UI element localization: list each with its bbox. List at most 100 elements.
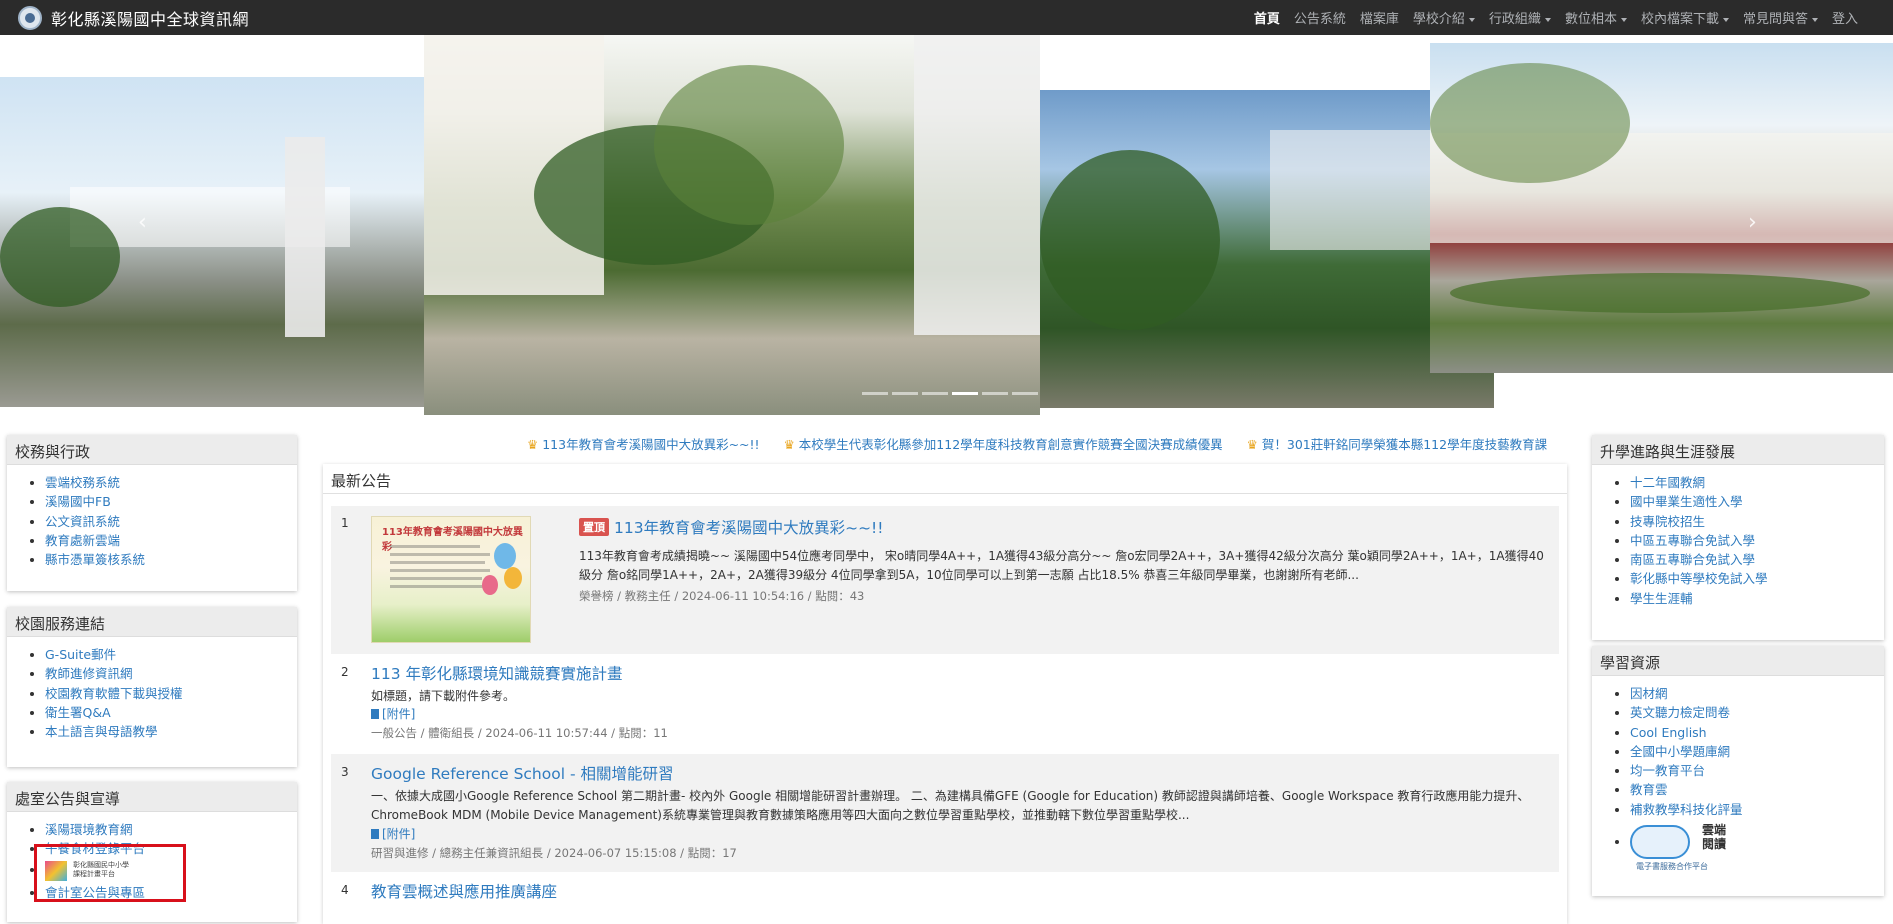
panel-title: 校園服務連結: [7, 607, 297, 637]
nav-item[interactable]: 校內檔案下載: [1634, 8, 1736, 27]
announcement-number: 1: [341, 516, 349, 530]
panel-link[interactable]: 教育雲: [1630, 782, 1668, 797]
photo-carousel[interactable]: ‹ ›: [0, 35, 1893, 415]
list-item: 全國中小學題庫網: [1630, 742, 1884, 761]
carousel-photo-walkway: [1040, 90, 1494, 408]
panel-link[interactable]: 國中畢業生適性入學: [1630, 494, 1743, 509]
nav-item-label[interactable]: 登入: [1832, 12, 1858, 27]
nav-item[interactable]: 數位相本: [1558, 8, 1634, 27]
nav-item[interactable]: 檔案庫: [1353, 8, 1406, 27]
list-item: 溪陽國中FB: [45, 492, 297, 511]
announcement-title-text[interactable]: 113年教育會考溪陽國中大放異彩~~!!: [614, 519, 884, 537]
nav-item[interactable]: 首頁: [1247, 8, 1287, 27]
list-item: 雲端閱讀電子書服務合作平台: [1630, 819, 1884, 871]
panel-campus-services: 校園服務連結 G-Suite郵件教師進修資訊網校園教育軟體下載與授權衛生署Q&A…: [7, 607, 297, 767]
carousel-next-icon[interactable]: ›: [1748, 210, 1757, 235]
list-item: 南區五專聯合免試入學: [1630, 550, 1884, 569]
list-item: 補救教學科技化評量: [1630, 800, 1884, 819]
site-title[interactable]: 彰化縣溪陽國中全球資訊網: [51, 6, 249, 30]
marquee-item[interactable]: ♛ 賀！301莊軒銘同學榮獲本縣112學年度技藝教育課: [1247, 434, 1547, 453]
panel-link[interactable]: 均一教育平台: [1630, 763, 1705, 778]
cloud-logo-subtitle: 電子書服務合作平台: [1636, 862, 1708, 872]
marquee-item[interactable]: ♛ 113年教育會考溪陽國中大放異彩~~!!: [527, 434, 760, 453]
panel-link[interactable]: Cool English: [1630, 725, 1707, 740]
announcement-title[interactable]: Google Reference School - 相關增能研習: [371, 762, 673, 784]
list-item: 雲端校務系統: [45, 473, 297, 492]
panel-title: 學習資源: [1592, 646, 1884, 676]
nav-item[interactable]: 行政組織: [1482, 8, 1558, 27]
announcement-meta: 研習與進修 / 總務主任兼資訊組長 / 2024-06-07 15:15:08 …: [371, 846, 737, 860]
carousel-indicator[interactable]: [892, 392, 918, 395]
attachment-label[interactable]: [附件]: [382, 827, 415, 841]
list-item: 縣市憑單簽核系統: [45, 550, 297, 569]
panel-link[interactable]: 十二年國教網: [1630, 475, 1705, 490]
nav-item-label[interactable]: 公告系統: [1294, 12, 1346, 27]
announcement-number: 3: [341, 765, 349, 779]
panel-link[interactable]: 雲端校務系統: [45, 475, 120, 490]
panel-link[interactable]: 公文資訊系統: [45, 514, 120, 529]
list-item: 教育雲: [1630, 780, 1884, 799]
attachment-label[interactable]: [附件]: [382, 707, 415, 721]
panel-link[interactable]: 溪陽環境教育網: [45, 822, 133, 837]
carousel-indicator[interactable]: [1012, 392, 1038, 395]
site-brand[interactable]: 彰化縣溪陽國中全球資訊網: [18, 0, 249, 35]
marquee-text[interactable]: 賀！301莊軒銘同學榮獲本縣112學年度技藝教育課: [1262, 437, 1547, 452]
nav-item[interactable]: 常見問與答: [1736, 8, 1825, 27]
nav-item[interactable]: 登入: [1825, 8, 1865, 27]
list-item: 技專院校招生: [1630, 512, 1884, 531]
attachment-link[interactable]: [附件]: [371, 705, 415, 722]
marquee-text[interactable]: 113年教育會考溪陽國中大放異彩~~!!: [542, 437, 759, 452]
panel-link[interactable]: 英文聽力檢定問卷: [1630, 705, 1730, 720]
panel-link[interactable]: 本土語言與母語教學: [45, 724, 158, 739]
panel-link[interactable]: G-Suite郵件: [45, 647, 116, 662]
attachment-link[interactable]: [附件]: [371, 825, 415, 842]
carousel-indicator[interactable]: [922, 392, 948, 395]
cloud-reading-logo[interactable]: 雲端閱讀電子書服務合作平台: [1630, 819, 1756, 871]
panel-link[interactable]: 技專院校招生: [1630, 514, 1705, 529]
news-marquee: ♛ 113年教育會考溪陽國中大放異彩~~!! ♛ 本校學生代表彰化縣參加112學年度科…: [527, 434, 1567, 454]
panel-link[interactable]: 因材網: [1630, 686, 1668, 701]
panel-link[interactable]: 中區五專聯合免試入學: [1630, 533, 1755, 548]
announcement-title[interactable]: 教育雲概述與應用推廣講座: [371, 880, 557, 902]
marquee-text[interactable]: 本校學生代表彰化縣參加112學年度科技教育創意實作競賽全國決賽成績優異: [799, 437, 1223, 452]
panel-link[interactable]: 全國中小學題庫網: [1630, 744, 1730, 759]
panel-link[interactable]: 教師進修資訊網: [45, 666, 133, 681]
carousel-indicator[interactable]: [952, 392, 978, 395]
announcement-thumbnail[interactable]: 113年教育會考溪陽國中大放異彩: [371, 516, 531, 643]
panel-link[interactable]: 縣市憑單簽核系統: [45, 552, 145, 567]
carousel-indicator[interactable]: [862, 392, 888, 395]
list-item: 教師進修資訊網: [45, 664, 297, 683]
marquee-item[interactable]: ♛ 本校學生代表彰化縣參加112學年度科技教育創意實作競賽全國決賽成績優異: [784, 434, 1223, 453]
crown-icon: ♛: [527, 437, 539, 452]
nav-item[interactable]: 公告系統: [1287, 8, 1353, 27]
announcement-title[interactable]: 置頂 113年教育會考溪陽國中大放異彩~~!!: [579, 516, 884, 538]
announcement-title[interactable]: 113 年彰化縣環境知識競賽實施計畫: [371, 662, 623, 684]
list-item: 彰化縣中等學校免試入學: [1630, 569, 1884, 588]
carousel-prev-icon[interactable]: ‹: [138, 210, 147, 235]
nav-item-label[interactable]: 常見問與答: [1743, 12, 1808, 27]
panel-link[interactable]: 溪陽國中FB: [45, 494, 111, 509]
nav-item-label[interactable]: 檔案庫: [1360, 12, 1399, 27]
panel-link[interactable]: 學生生涯輔: [1630, 591, 1693, 606]
panel-title: 校務與行政: [7, 435, 297, 465]
nav-item-label[interactable]: 首頁: [1254, 12, 1280, 27]
list-item: 校園教育軟體下載與授權: [45, 684, 297, 703]
top-navbar: 彰化縣溪陽國中全球資訊網 首頁 公告系統 檔案庫 學校介紹 行政組織 數位相本 校內檔案下載…: [0, 0, 1893, 35]
carousel-indicators: [862, 392, 1038, 395]
announcement-summary: 一、依據大成國小Google Reference School 第二期計畫- 校…: [371, 789, 1530, 822]
panel-link[interactable]: 衛生署Q&A: [45, 705, 111, 720]
nav-item-label[interactable]: 校內檔案下載: [1641, 12, 1719, 27]
nav-item[interactable]: 學校介紹: [1406, 8, 1482, 27]
nav-item-label[interactable]: 數位相本: [1565, 12, 1617, 27]
nav-item-label[interactable]: 學校介紹: [1413, 12, 1465, 27]
list-item: G-Suite郵件: [45, 645, 297, 664]
panel-link[interactable]: 校園教育軟體下載與授權: [45, 686, 183, 701]
panel-link[interactable]: 教育處新雲端: [45, 533, 120, 548]
crown-icon: ♛: [1246, 437, 1258, 452]
panel-link[interactable]: 補救教學科技化評量: [1630, 802, 1743, 817]
nav-item-label[interactable]: 行政組織: [1489, 12, 1541, 27]
panel-link[interactable]: 南區五專聯合免試入學: [1630, 552, 1755, 567]
carousel-indicator[interactable]: [982, 392, 1008, 395]
panel-link[interactable]: 彰化縣中等學校免試入學: [1630, 571, 1768, 586]
caret-down-icon: [1722, 17, 1729, 22]
